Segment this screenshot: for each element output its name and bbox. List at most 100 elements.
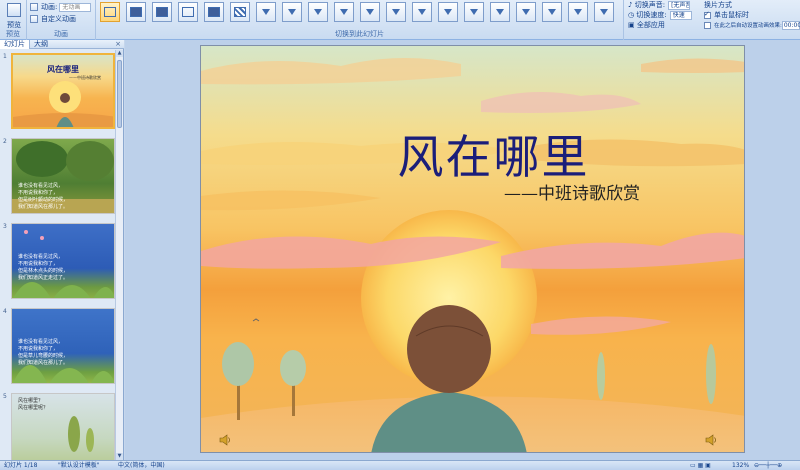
thumbnail-text: 谁也没有看见过风， 不用说我和你了， 但是林木点头的时候， 我们知道风正走过了。	[18, 254, 69, 281]
transition-reveal-2[interactable]	[438, 2, 458, 22]
preview-icon	[7, 3, 21, 17]
animate-icon	[30, 3, 38, 11]
sunset-illustration-icon	[201, 57, 744, 452]
cover-icon	[494, 7, 506, 17]
ribbon: 预览 预览 动画: 无动画 自定义动画 动画 切换到此幻灯片 ♪ 切换声音: […	[0, 0, 800, 40]
transition-cut[interactable]	[178, 2, 198, 22]
scrollbar-thumb[interactable]	[117, 60, 122, 128]
transition-icon	[182, 7, 194, 17]
slide-thumbnail-2[interactable]: 2 谁也没有看见过风， 不用说我和你了， 但是树叶颤动的时候， 我们知道风在那儿…	[3, 138, 115, 216]
transition-icon	[130, 7, 142, 17]
on-click-checkbox[interactable]	[704, 10, 711, 19]
transition-box-in[interactable]	[594, 2, 614, 22]
arrow-down-icon	[260, 7, 272, 17]
custom-animation-button[interactable]: 自定义动画	[30, 14, 76, 24]
arrow-left-icon	[286, 7, 298, 17]
thumbnail-scrollbar[interactable]: ▲ ▼	[115, 50, 123, 460]
transition-speed-label: 切换速度:	[636, 11, 667, 19]
on-click-label: 单击鼠标时	[714, 11, 749, 19]
transition-sound-row[interactable]: ♪ 切换声音: [无声音]	[628, 0, 702, 10]
panel-tabs: 幻灯片 大纲 ×	[0, 40, 124, 49]
transition-group: 切换到此幻灯片	[96, 0, 624, 40]
auto-after-row[interactable]: 在此之后自动设置动画效果: 00:00	[704, 20, 800, 30]
transition-icon	[104, 7, 116, 17]
transition-sound-select[interactable]: [无声音]	[668, 0, 691, 10]
language-indicator[interactable]: 中文(简体，中国)	[118, 461, 165, 470]
transition-split[interactable]	[360, 2, 380, 22]
transition-sound-label: 切换声音:	[634, 1, 666, 9]
advance-label: 换片方式	[704, 1, 732, 9]
arrow-up-icon	[338, 7, 350, 17]
slide-thumbnail-4[interactable]: 4 谁也没有看见过风， 不用说我和你了， 但是草儿弯腰的时候， 我们知道风在那儿…	[3, 308, 115, 386]
transition-dissolve[interactable]	[230, 2, 250, 22]
animate-row[interactable]: 动画: 无动画	[30, 2, 92, 12]
sound-icon: ♪	[628, 1, 633, 9]
slide-count: 幻灯片 1/18	[4, 462, 38, 469]
transition-settings: ♪ 切换声音: [无声音] ◷ 切换速度: 快速 ▣ 全部应用	[628, 0, 702, 40]
status-bar: 幻灯片 1/18 "默认设计模板" 中文(简体，中国) ▭ ▦ ▣ 132% ⊖…	[0, 460, 800, 470]
animate-select[interactable]: 无动画	[59, 2, 92, 12]
transition-group-label: 切换到此幻灯片	[335, 30, 384, 38]
transition-wipe-right[interactable]	[308, 2, 328, 22]
theme-name[interactable]: "默认设计模板"	[58, 461, 100, 470]
apply-all-icon: ▣	[628, 21, 635, 29]
transition-speed-select[interactable]: 快速	[669, 10, 692, 20]
scroll-up-icon[interactable]: ▲	[116, 50, 123, 57]
transition-box-out[interactable]	[568, 2, 588, 22]
preview-group: 预览 预览	[0, 0, 27, 40]
zoom-level[interactable]: 132%	[732, 461, 749, 470]
apply-all-button[interactable]: ▣ 全部应用	[628, 20, 702, 30]
custom-animation-label: 自定义动画	[41, 15, 76, 23]
auto-after-checkbox[interactable]	[704, 21, 711, 29]
slide-thumbnail-3[interactable]: 3 谁也没有看见过风， 不用说我和你了， 但是林木点头的时候， 我们知道风正走过…	[3, 223, 115, 301]
transition-wipe-down[interactable]	[256, 2, 276, 22]
on-click-row[interactable]: 单击鼠标时	[704, 10, 800, 20]
transition-icon	[156, 7, 168, 17]
transition-split-h[interactable]	[386, 2, 406, 22]
transition-speed-row[interactable]: ◷ 切换速度: 快速	[628, 10, 702, 20]
transition-wipe-up[interactable]	[334, 2, 354, 22]
push-icon	[546, 7, 558, 17]
thumbnail-image: 谁也没有看见过风， 不用说我和你了， 但是林木点头的时候， 我们知道风正走过了。	[11, 223, 115, 299]
auto-after-input[interactable]: 00:00	[781, 20, 800, 30]
transition-reveal[interactable]	[412, 2, 432, 22]
thumbnail-subtitle: ——中班诗歌欣赏	[69, 75, 101, 80]
transition-fade-black[interactable]	[152, 2, 172, 22]
speaker-icon[interactable]	[704, 433, 718, 447]
slide-title[interactable]: 风在哪里	[201, 121, 744, 187]
thumbnail-number: 5	[3, 393, 7, 400]
scroll-down-icon[interactable]: ▼	[116, 453, 123, 460]
transition-none[interactable]	[100, 2, 120, 22]
slide-subtitle[interactable]: ——中班诗歌欣赏	[504, 179, 640, 204]
speed-icon: ◷	[628, 11, 635, 19]
transition-fade[interactable]	[126, 2, 146, 22]
transition-cover-2[interactable]	[490, 2, 510, 22]
slide-thumbnail-5[interactable]: 5 风在哪里？ 风在哪里呢？	[3, 393, 115, 460]
thumbnail-text: 谁也没有看见过风， 不用说我和你了， 但是树叶颤动的时候， 我们知道风在那儿了。	[18, 183, 69, 210]
split-icon	[390, 7, 402, 17]
thumbnail-list: 1 风在哪里 ——中班诗歌欣赏 2 谁也没有看见过风， 不用说我和你了， 但是树…	[0, 50, 116, 460]
preview-button[interactable]: 预览	[3, 2, 25, 32]
slide-editor: 风在哪里 ——中班诗歌欣赏	[125, 40, 800, 460]
zoom-slider[interactable]: ⊖──┼──⊕	[754, 461, 782, 470]
view-buttons[interactable]: ▭ ▦ ▣	[690, 461, 711, 470]
current-slide[interactable]: 风在哪里 ——中班诗歌欣赏	[200, 45, 745, 453]
custom-animation-icon	[30, 15, 38, 23]
transition-push-2[interactable]	[542, 2, 562, 22]
slides-panel: 幻灯片 大纲 × 1 风在哪里 ——中班诗歌欣赏 2 谁也没有看见过风， 不用说…	[0, 40, 124, 460]
transition-cut-black[interactable]	[204, 2, 224, 22]
transition-cover[interactable]	[464, 2, 484, 22]
thumbnail-text: 风在哪里？ 风在哪里呢？	[18, 398, 49, 411]
transition-push[interactable]	[516, 2, 536, 22]
apply-all-label: 全部应用	[636, 21, 665, 29]
thumbnail-text: 谁也没有看见过风， 不用说我和你了， 但是草儿弯腰的时候， 我们知道风在那儿了。	[18, 339, 69, 366]
animate-label: 动画:	[41, 3, 58, 11]
tab-slides[interactable]: 幻灯片	[0, 40, 30, 49]
tab-outline[interactable]: 大纲	[30, 40, 52, 49]
thumbnail-number: 2	[3, 138, 7, 145]
reveal-icon	[416, 7, 428, 17]
slide-thumbnail-1[interactable]: 1 风在哪里 ——中班诗歌欣赏	[3, 53, 115, 131]
close-icon[interactable]: ×	[115, 40, 121, 48]
transition-wipe-left[interactable]	[282, 2, 302, 22]
speaker-icon[interactable]	[218, 433, 232, 447]
